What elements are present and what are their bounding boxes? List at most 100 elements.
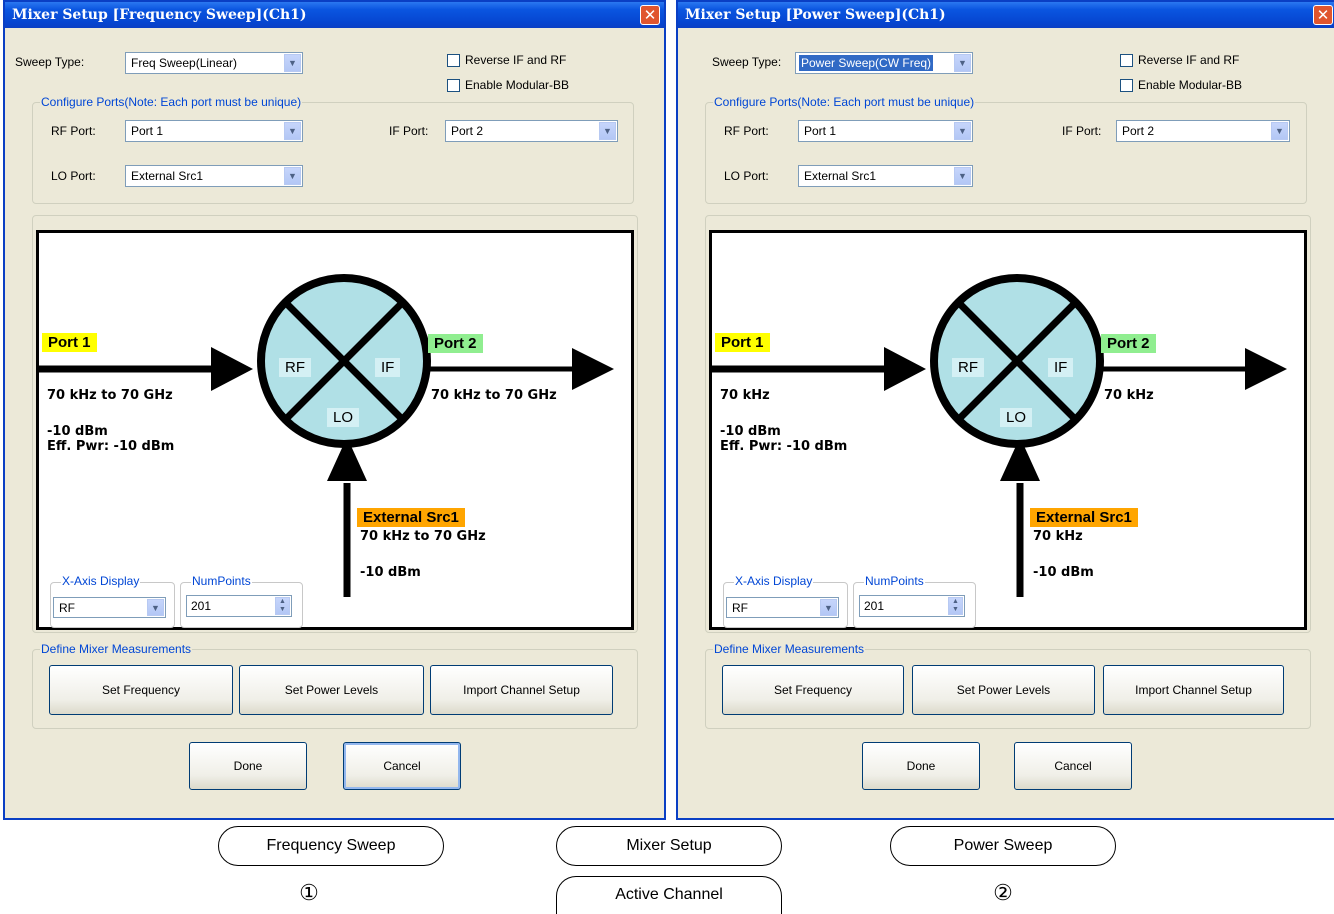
sweep-type-select[interactable]: Freq Sweep(Linear) ▼ [125,52,303,74]
callout-number-1: ① [299,880,319,905]
cancel-button[interactable]: Cancel [343,742,461,790]
reverse-if-rf-checkbox[interactable] [447,54,460,67]
numpoints-title: NumPoints [864,574,925,588]
reverse-if-rf-label: Reverse IF and RF [1138,53,1240,67]
reverse-if-rf-checkbox[interactable] [1120,54,1133,67]
xaxis-display-select[interactable]: RF ▼ [53,597,166,618]
mixer-rf-label: RF [952,358,984,377]
done-button[interactable]: Done [862,742,980,790]
rf-port-select[interactable]: Port 1 ▼ [798,120,973,142]
mixer-lo-label: LO [327,408,360,427]
enable-modular-bb-checkbox[interactable] [447,79,460,92]
dialog-title: Mixer Setup [Power Sweep](Ch1) [685,7,946,23]
set-frequency-button[interactable]: Set Frequency [49,665,233,715]
rf-port-label: RF Port: [51,124,96,138]
sweep-type-label: Sweep Type: [712,55,782,69]
output-frequency: 70 kHz to 70 GHz [431,388,557,403]
input-frequency: 70 kHz to 70 GHz [47,388,173,403]
input-power: -10 dBm [47,424,108,439]
frequency-sweep-callout: Frequency Sweep [218,826,444,866]
rf-port-value: Port 1 [804,124,837,138]
chevron-down-icon[interactable]: ▼ [820,599,837,616]
define-mixer-measurements-title: Define Mixer Measurements [40,642,193,656]
lo-source-tag: External Src1 [1030,508,1138,527]
close-icon: ✕ [643,6,657,24]
reverse-if-rf-label: Reverse IF and RF [465,53,567,67]
input-effective-power: Eff. Pwr: -10 dBm [720,439,848,454]
if-port-select[interactable]: Port 2 ▼ [1116,120,1290,142]
lo-power: -10 dBm [1033,565,1094,580]
set-power-levels-button[interactable]: Set Power Levels [912,665,1095,715]
lo-port-label: LO Port: [724,169,769,183]
lo-port-select[interactable]: External Src1 ▼ [798,165,973,187]
import-channel-setup-button[interactable]: Import Channel Setup [430,665,613,715]
chevron-down-icon[interactable]: ▼ [954,122,971,140]
configure-ports-group [705,102,1307,204]
mixer-if-label: IF [375,358,401,377]
input-effective-power: Eff. Pwr: -10 dBm [47,439,175,454]
xaxis-display-select[interactable]: RF ▼ [726,597,839,618]
chevron-down-icon[interactable]: ▼ [954,167,971,185]
mixer-setup-dialog-power: Mixer Setup [Power Sweep](Ch1) ✕ Sweep T… [676,0,1334,820]
sweep-type-select[interactable]: Power Sweep(CW Freq) ▼ [795,52,973,74]
out-port-tag: Port 2 [428,334,483,353]
out-port-tag: Port 2 [1101,334,1156,353]
xaxis-display-title: X-Axis Display [61,574,141,588]
input-frequency: 70 kHz [720,388,770,403]
mixer-lo-label: LO [1000,408,1033,427]
if-port-select[interactable]: Port 2 ▼ [445,120,618,142]
enable-modular-bb-checkbox[interactable] [1120,79,1133,92]
spinner-arrows-icon[interactable]: ▲ ▼ [275,597,290,615]
close-button[interactable]: ✕ [640,5,660,25]
chevron-down-icon[interactable]: ▼ [284,54,301,72]
if-port-label: IF Port: [389,124,429,138]
xaxis-display-title: X-Axis Display [734,574,814,588]
rf-port-value: Port 1 [131,124,164,138]
done-button[interactable]: Done [189,742,307,790]
close-button[interactable]: ✕ [1313,5,1333,25]
enable-modular-bb-label: Enable Modular-BB [465,78,570,92]
numpoints-title: NumPoints [191,574,252,588]
rf-port-label: RF Port: [724,124,769,138]
xaxis-display-value: RF [59,601,75,615]
define-mixer-measurements-title: Define Mixer Measurements [713,642,866,656]
close-icon: ✕ [1316,6,1330,24]
numpoints-value: 201 [864,599,885,613]
in-port-tag: Port 1 [42,333,97,352]
mixer-diagram-graphic [712,274,1287,597]
configure-ports-title: Configure Ports(Note: Each port must be … [40,95,303,109]
mixer-setup-dialog-frequency: Mixer Setup [Frequency Sweep](Ch1) ✕ Swe… [3,0,666,820]
numpoints-input[interactable]: 201 ▲ ▼ [186,595,292,617]
import-channel-setup-button[interactable]: Import Channel Setup [1103,665,1284,715]
cancel-button[interactable]: Cancel [1014,742,1132,790]
title-bar: Mixer Setup [Frequency Sweep](Ch1) [5,2,664,28]
mixer-setup-callout: Mixer Setup [556,826,782,866]
callout-number-2: ② [993,880,1013,905]
mixer-diagram: Port 1 Port 2 External Src1 RF IF LO 70 … [709,230,1307,630]
set-power-levels-button[interactable]: Set Power Levels [239,665,424,715]
lo-port-select[interactable]: External Src1 ▼ [125,165,303,187]
rf-port-select[interactable]: Port 1 ▼ [125,120,303,142]
mixer-diagram: Port 1 Port 2 External Src1 RF IF LO 70 … [36,230,634,630]
chevron-down-icon[interactable]: ▼ [147,599,164,616]
mixer-diagram-graphic [39,274,614,597]
lo-port-value: External Src1 [804,169,877,183]
set-frequency-button[interactable]: Set Frequency [722,665,904,715]
chevron-down-icon[interactable]: ▼ [1271,122,1288,140]
configure-ports-title: Configure Ports(Note: Each port must be … [713,95,976,109]
sweep-type-label: Sweep Type: [15,55,85,69]
numpoints-input[interactable]: 201 ▲ ▼ [859,595,965,617]
chevron-down-icon[interactable]: ▼ [599,122,616,140]
spinner-arrows-icon[interactable]: ▲ ▼ [948,597,963,615]
lo-source-tag: External Src1 [357,508,465,527]
dialog-title: Mixer Setup [Frequency Sweep](Ch1) [12,7,307,23]
xaxis-display-value: RF [732,601,748,615]
chevron-down-icon[interactable]: ▼ [284,122,301,140]
chevron-down-icon[interactable]: ▼ [954,54,971,72]
chevron-down-icon[interactable]: ▼ [284,167,301,185]
configure-ports-group [32,102,634,204]
in-port-tag: Port 1 [715,333,770,352]
enable-modular-bb-label: Enable Modular-BB [1138,78,1243,92]
lo-power: -10 dBm [360,565,421,580]
lo-frequency: 70 kHz [1033,529,1083,544]
